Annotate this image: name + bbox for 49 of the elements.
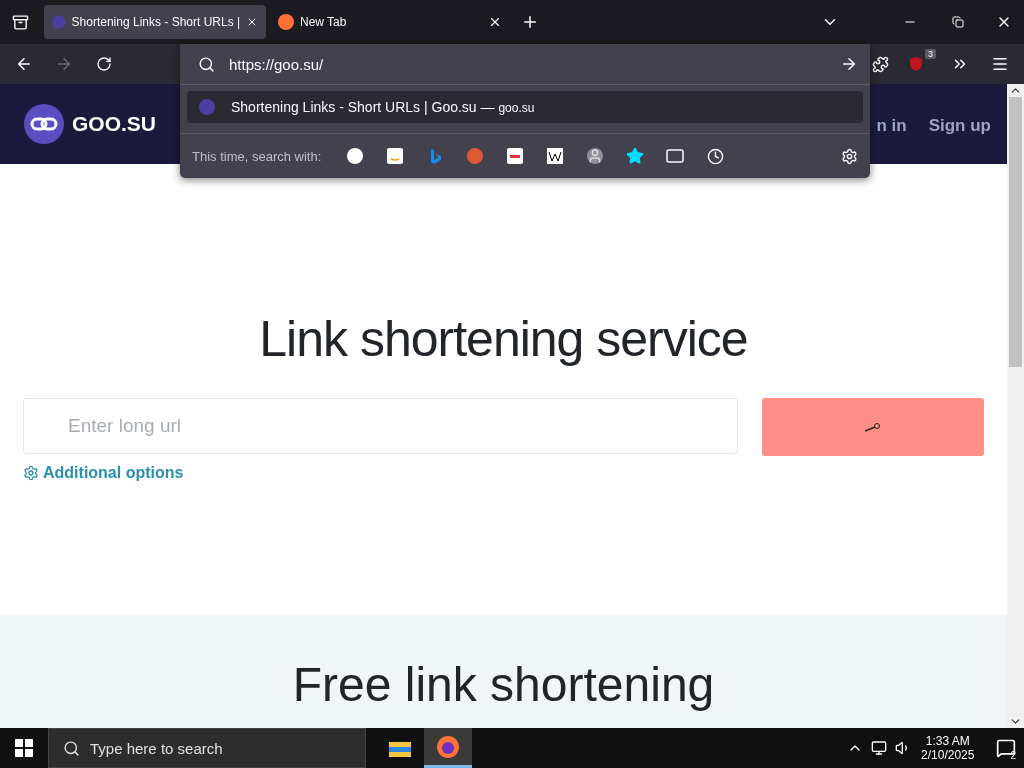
reload-icon[interactable] [96,56,112,72]
browser-favicon-icon [278,14,294,30]
taskbar-clock[interactable]: 1:33 AM 2/10/2025 [921,734,975,762]
user-icon[interactable] [587,148,604,164]
browser-icon [436,734,460,759]
tab-title: Shortening Links - Short URLs | [71,15,241,29]
taskbar-app-button[interactable] [424,728,472,768]
gear-icon [23,465,39,481]
folder-icon[interactable] [389,739,411,757]
wikipedia-icon[interactable] [547,148,564,164]
tab-icon[interactable] [666,149,685,163]
section-heading: Free link shortening [292,657,715,713]
site-favicon-icon [52,14,66,30]
site-logo[interactable]: GOO.SU [72,112,156,136]
amazon-icon[interactable] [387,148,404,164]
nav-link[interactable]: n in [876,116,907,136]
suggestion-row[interactable]: Shortening Links - Short URLs | Goo.su — goo.su [187,91,863,123]
go-icon[interactable] [840,55,858,73]
close-icon[interactable] [488,15,502,29]
address-field[interactable]: https://goo.su/ [229,55,826,73]
tab-title: New Tab [300,15,348,29]
new-tab-icon[interactable] [521,13,539,31]
windows-logo-icon[interactable] [15,739,33,757]
scrollbar[interactable] [1007,84,1024,728]
browser-tab[interactable]: New Tab [270,5,510,39]
url-input[interactable]: Enter long url [23,398,738,454]
star-icon[interactable] [626,147,645,165]
network-icon[interactable] [871,740,888,756]
back-icon[interactable] [15,55,33,73]
site-favicon-icon [199,99,215,115]
options-link[interactable]: Additional options [23,464,984,482]
menu-icon[interactable] [991,55,1009,73]
search-icon [198,55,215,73]
taskbar-search-field[interactable]: Type here to search [48,728,366,768]
browser-tab[interactable]: Shortening Links - Short URLs | [44,5,266,39]
bing-icon[interactable] [429,148,442,164]
chain-logo-icon [24,104,64,144]
restore-icon[interactable] [952,16,964,28]
nav-link[interactable]: Sign up [928,116,991,136]
search-icon [63,739,80,757]
search-with-label: This time, search with: [192,148,322,164]
settings-icon[interactable] [841,147,858,165]
puzzle-icon[interactable] [872,55,890,73]
tab-list-icon[interactable] [11,13,29,31]
page-heading: Link shortening service [258,310,749,368]
count-badge: 3 [925,49,936,59]
forward-icon[interactable] [55,55,73,73]
clock-icon[interactable] [706,147,724,165]
notifications-icon[interactable] [996,738,1017,758]
